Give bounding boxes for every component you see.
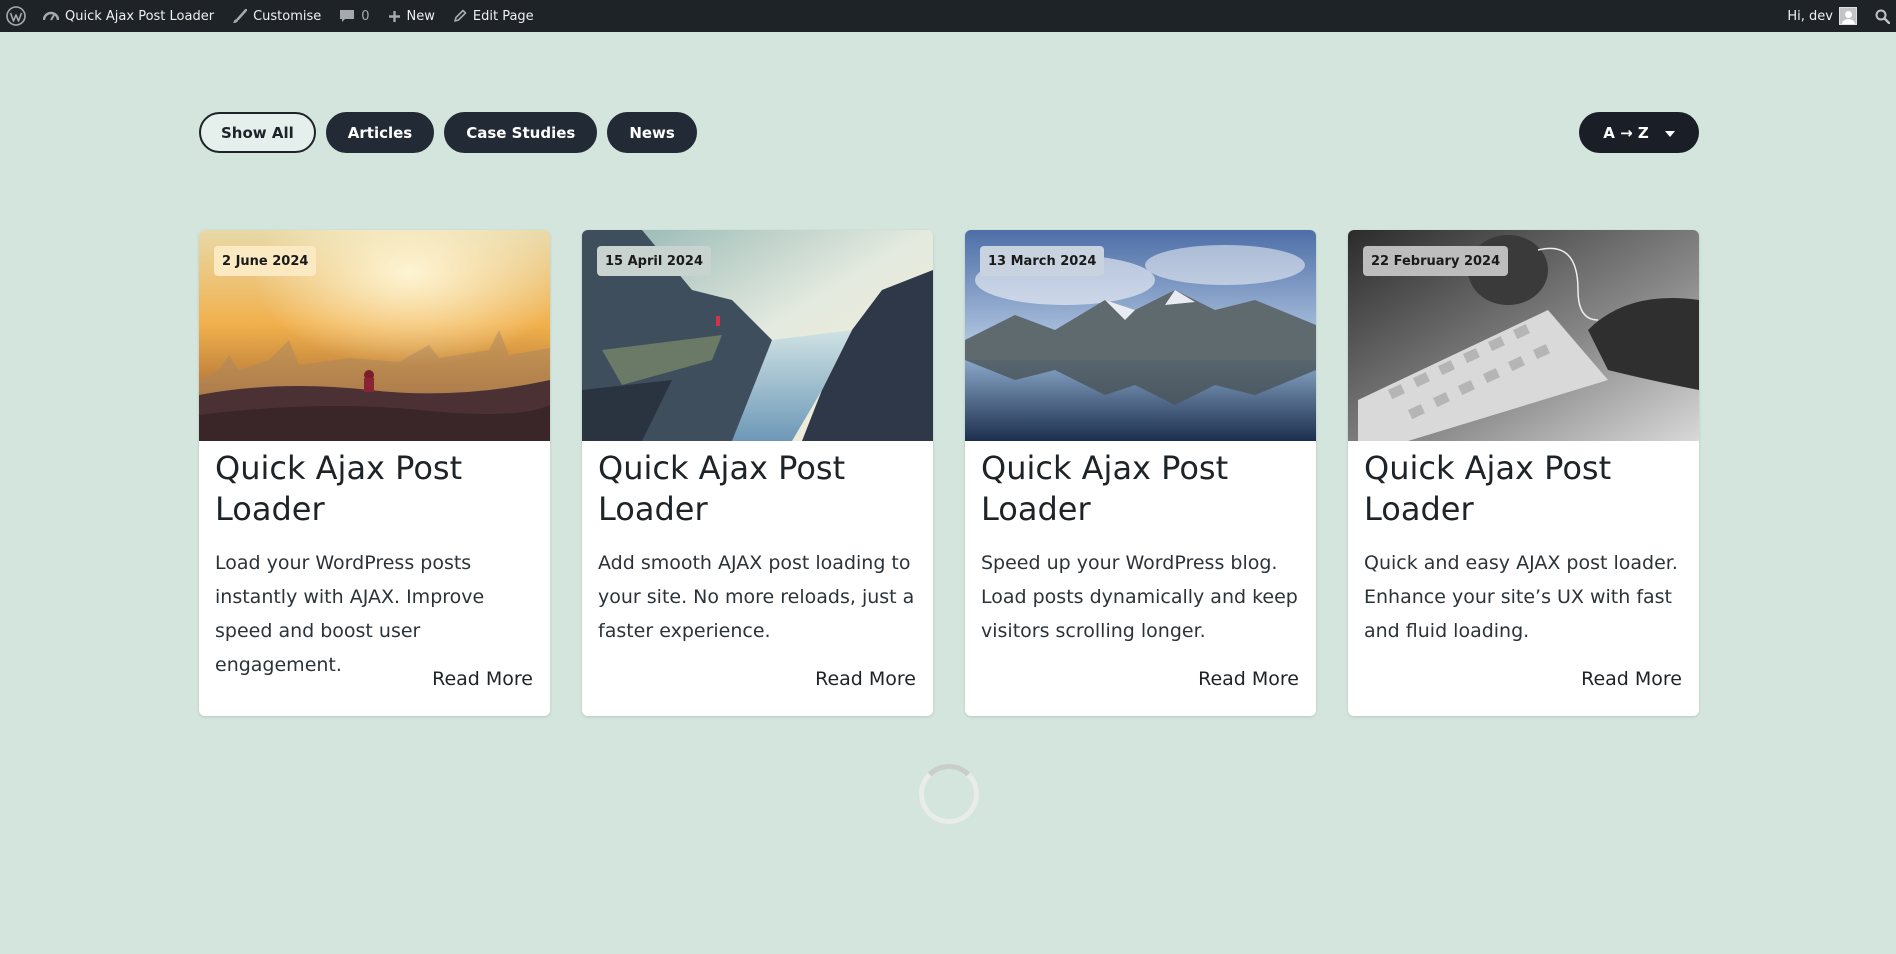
customise-label: Customise bbox=[253, 8, 322, 24]
category-filters: Show All Articles Case Studies News bbox=[199, 112, 697, 153]
caret-down-icon bbox=[1664, 130, 1675, 137]
post-date-badge: 22 February 2024 bbox=[1363, 246, 1509, 276]
sort-label: A → Z bbox=[1603, 123, 1649, 142]
post-date-badge: 15 April 2024 bbox=[597, 246, 712, 276]
comments-count: 0 bbox=[361, 8, 370, 24]
wordpress-logo-icon[interactable] bbox=[0, 0, 34, 32]
avatar bbox=[1839, 7, 1857, 25]
post-card: 15 April 2024 Quick Ajax Post Loader Add… bbox=[582, 230, 933, 716]
post-excerpt: Speed up your WordPress blog. Load posts… bbox=[981, 552, 1298, 642]
post-date-badge: 13 March 2024 bbox=[980, 246, 1105, 276]
post-excerpt: Load your WordPress posts instantly with… bbox=[215, 552, 485, 676]
post-grid: 2 June 2024 Quick Ajax Post Loader Load … bbox=[199, 230, 1699, 716]
post-card: 2 June 2024 Quick Ajax Post Loader Load … bbox=[199, 230, 550, 716]
site-name-link[interactable]: Quick Ajax Post Loader bbox=[34, 0, 223, 32]
filter-news[interactable]: News bbox=[607, 112, 697, 153]
pencil-icon bbox=[453, 9, 467, 23]
post-title[interactable]: Quick Ajax Post Loader bbox=[598, 448, 918, 530]
edit-page-label: Edit Page bbox=[472, 8, 534, 24]
read-more-link[interactable]: Read More bbox=[432, 668, 533, 690]
read-more-link[interactable]: Read More bbox=[1198, 668, 1299, 690]
post-title[interactable]: Quick Ajax Post Loader bbox=[215, 448, 535, 530]
loading-spinner bbox=[919, 764, 979, 824]
new-label: New bbox=[406, 8, 435, 24]
greeting: Hi, dev bbox=[1787, 8, 1833, 24]
post-title[interactable]: Quick Ajax Post Loader bbox=[981, 448, 1301, 530]
post-thumbnail[interactable]: 22 February 2024 bbox=[1348, 230, 1699, 441]
read-more-link[interactable]: Read More bbox=[815, 668, 916, 690]
sort-dropdown[interactable]: A → Z bbox=[1579, 112, 1699, 153]
customise-link[interactable]: Customise bbox=[223, 0, 330, 32]
search-toggle[interactable] bbox=[1866, 0, 1896, 32]
filter-case-studies[interactable]: Case Studies bbox=[444, 112, 598, 153]
edit-page-link[interactable]: Edit Page bbox=[444, 0, 543, 32]
read-more-link[interactable]: Read More bbox=[1581, 668, 1682, 690]
post-thumbnail[interactable]: 15 April 2024 bbox=[582, 230, 933, 441]
comments-link[interactable]: 0 bbox=[330, 0, 378, 32]
post-card: 13 March 2024 Quick Ajax Post Loader Spe… bbox=[965, 230, 1316, 716]
post-thumbnail[interactable]: 13 March 2024 bbox=[965, 230, 1316, 441]
post-card: 22 February 2024 Quick Ajax Post Loader … bbox=[1348, 230, 1699, 716]
filter-show-all[interactable]: Show All bbox=[199, 112, 316, 153]
paintbrush-icon bbox=[232, 8, 248, 24]
post-title[interactable]: Quick Ajax Post Loader bbox=[1364, 448, 1684, 530]
site-name: Quick Ajax Post Loader bbox=[65, 8, 215, 24]
post-thumbnail[interactable]: 2 June 2024 bbox=[199, 230, 550, 441]
post-date-badge: 2 June 2024 bbox=[214, 246, 317, 276]
post-excerpt: Quick and easy AJAX post loader. Enhance… bbox=[1364, 552, 1678, 642]
post-excerpt: Add smooth AJAX post loading to your sit… bbox=[598, 552, 915, 642]
dashboard-icon bbox=[43, 9, 59, 23]
account-menu[interactable]: Hi, dev bbox=[1778, 0, 1866, 32]
comment-bubble-icon bbox=[339, 9, 355, 24]
filter-articles[interactable]: Articles bbox=[325, 112, 435, 153]
admin-bar: Quick Ajax Post Loader Customise 0 New E… bbox=[0, 0, 1896, 32]
search-icon bbox=[1875, 9, 1890, 24]
plus-icon bbox=[388, 10, 401, 23]
new-content-link[interactable]: New bbox=[379, 0, 444, 32]
